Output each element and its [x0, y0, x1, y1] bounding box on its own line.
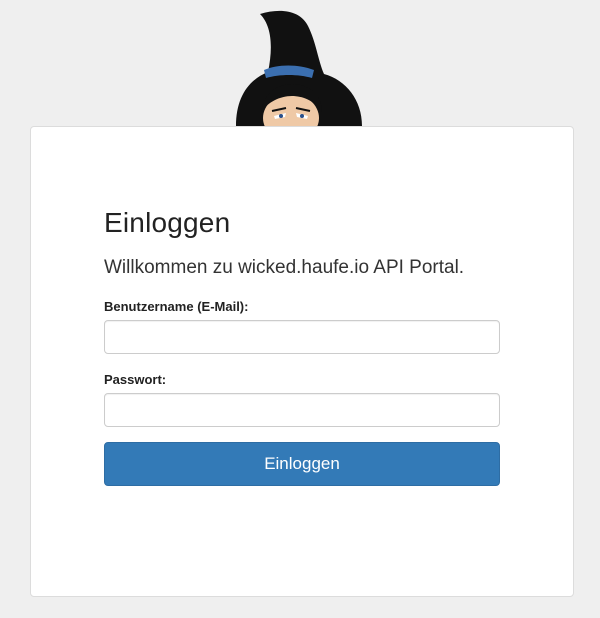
- witch-mascot-icon: [236, 10, 362, 130]
- password-label: Passwort:: [104, 372, 167, 387]
- page-title: Einloggen: [104, 207, 231, 238]
- welcome-text: Willkommen zu wicked.haufe.io API Portal…: [104, 257, 465, 278]
- username-input[interactable]: [104, 320, 500, 354]
- username-label: Benutzername (E-Mail):: [104, 299, 249, 314]
- login-card: Einloggen Willkommen zu wicked.haufe.io …: [30, 126, 574, 597]
- login-button[interactable]: Einloggen: [104, 442, 500, 486]
- password-input[interactable]: [104, 393, 500, 427]
